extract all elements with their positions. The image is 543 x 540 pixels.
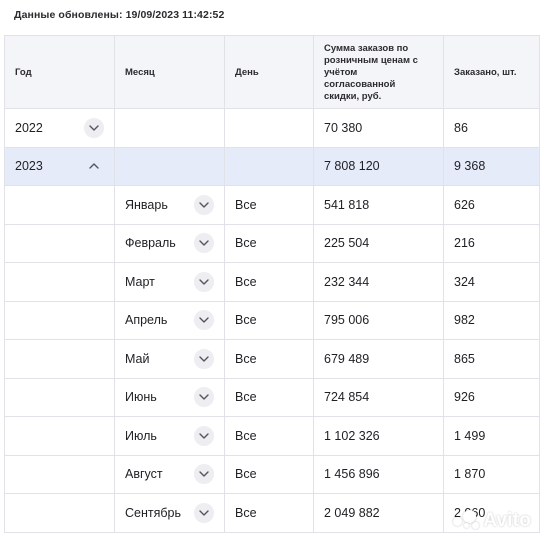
month-row[interactable]: Апрель Все 795 006 982 [4, 300, 540, 340]
year-cell-empty [4, 262, 115, 302]
sum-cell: 232 344 [313, 262, 444, 302]
month-cell-empty [114, 108, 225, 148]
ordered-cell: 865 [443, 339, 540, 379]
chevron-down-icon[interactable] [194, 425, 214, 446]
day-cell[interactable]: Все [224, 185, 314, 225]
ordered-cell: 324 [443, 262, 540, 302]
ordered-cell: 9 368 [443, 146, 540, 186]
chevron-up-icon[interactable] [84, 156, 104, 177]
month-row[interactable]: Август Все 1 456 896 1 870 [4, 454, 540, 494]
ordered-cell: 1 499 [443, 416, 540, 456]
day-cell[interactable]: Все [224, 416, 314, 456]
sum-cell: 2 049 882 [313, 493, 444, 533]
day-cell[interactable]: Все [224, 493, 314, 533]
chevron-down-icon[interactable] [194, 310, 214, 331]
day-cell[interactable]: Все [224, 454, 314, 494]
year-cell-empty [4, 454, 115, 494]
ordered-cell: 926 [443, 377, 540, 417]
month-cell-empty [114, 146, 225, 186]
year-cell-empty [4, 377, 115, 417]
day-cell-empty [224, 146, 314, 186]
ordered-cell: 982 [443, 300, 540, 340]
sum-cell: 70 380 [313, 108, 444, 148]
year-cell-empty [4, 185, 115, 225]
day-cell[interactable]: Все [224, 262, 314, 302]
sum-cell: 795 006 [313, 300, 444, 340]
orders-report-table: Год Месяц День Сумма заказов по розничны… [4, 35, 540, 533]
year-row-2023[interactable]: 2023 7 808 120 9 368 [4, 146, 540, 186]
chevron-down-icon[interactable] [194, 348, 214, 369]
sum-cell: 225 504 [313, 223, 444, 263]
month-label: Июнь [125, 390, 157, 405]
ordered-cell: 626 [443, 185, 540, 225]
sum-cell: 679 489 [313, 339, 444, 379]
month-row[interactable]: Январь Все 541 818 626 [4, 185, 540, 225]
sum-cell: 1 456 896 [313, 454, 444, 494]
month-row[interactable]: Июль Все 1 102 326 1 499 [4, 416, 540, 456]
month-row[interactable]: Март Все 232 344 324 [4, 262, 540, 302]
avito-watermark: Avito [453, 509, 531, 532]
chevron-down-icon[interactable] [194, 464, 214, 485]
chevron-down-icon[interactable] [84, 117, 104, 138]
month-label: Январь [125, 197, 168, 212]
month-label: Апрель [125, 313, 168, 328]
ordered-cell: 1 870 [443, 454, 540, 494]
year-cell-empty [4, 416, 115, 456]
day-cell-empty [224, 108, 314, 148]
sum-cell: 1 102 326 [313, 416, 444, 456]
year-cell[interactable]: 2022 [4, 108, 115, 148]
month-cell[interactable]: Январь [114, 185, 225, 225]
month-cell[interactable]: Май [114, 339, 225, 379]
chevron-down-icon[interactable] [194, 194, 214, 215]
year-cell-empty [4, 223, 115, 263]
month-label: Июль [125, 428, 157, 443]
sum-cell: 7 808 120 [313, 146, 444, 186]
column-header-day[interactable]: День [224, 35, 314, 109]
watermark-text: Avito [483, 510, 531, 531]
sum-cell: 541 818 [313, 185, 444, 225]
table-header-row: Год Месяц День Сумма заказов по розничны… [4, 35, 540, 109]
month-label: Август [125, 467, 163, 482]
ordered-cell: 216 [443, 223, 540, 263]
month-label: Сентябрь [125, 505, 181, 520]
year-row-2022[interactable]: 2022 70 380 86 [4, 108, 540, 148]
avito-logo-icon [453, 509, 480, 529]
month-cell[interactable]: Сентябрь [114, 493, 225, 533]
ordered-cell: 86 [443, 108, 540, 148]
day-cell[interactable]: Все [224, 339, 314, 379]
year-label: 2022 [15, 120, 43, 135]
day-cell[interactable]: Все [224, 223, 314, 263]
column-header-month[interactable]: Месяц [114, 35, 225, 109]
year-label: 2023 [15, 159, 43, 174]
column-header-ordered[interactable]: Заказано, шт. [443, 35, 540, 109]
month-rows: Январь Все 541 818 626 Февраль Все 225 504 216 М… [4, 185, 540, 533]
month-cell[interactable]: Июль [114, 416, 225, 456]
month-label: Февраль [125, 236, 176, 251]
month-cell[interactable]: Август [114, 454, 225, 494]
month-row[interactable]: Июнь Все 724 854 926 [4, 377, 540, 417]
day-cell[interactable]: Все [224, 300, 314, 340]
month-cell[interactable]: Апрель [114, 300, 225, 340]
chevron-down-icon[interactable] [194, 502, 214, 523]
month-label: Май [125, 351, 150, 366]
month-row[interactable]: Май Все 679 489 865 [4, 339, 540, 379]
month-cell[interactable]: Март [114, 262, 225, 302]
column-header-sum[interactable]: Сумма заказов по розничным ценам с учёто… [313, 35, 444, 109]
data-updated-label: Данные обновлены: 19/09/2023 11:42:52 [14, 9, 225, 21]
chevron-down-icon[interactable] [194, 387, 214, 408]
chevron-down-icon[interactable] [194, 233, 214, 254]
month-cell[interactable]: Июнь [114, 377, 225, 417]
month-row[interactable]: Февраль Все 225 504 216 [4, 223, 540, 263]
sum-cell: 724 854 [313, 377, 444, 417]
chevron-down-icon[interactable] [194, 271, 214, 292]
column-header-year[interactable]: Год [4, 35, 115, 109]
month-cell[interactable]: Февраль [114, 223, 225, 263]
year-cell[interactable]: 2023 [4, 146, 115, 186]
year-cell-empty [4, 300, 115, 340]
year-cell-empty [4, 339, 115, 379]
month-label: Март [125, 274, 155, 289]
year-cell-empty [4, 493, 115, 533]
day-cell[interactable]: Все [224, 377, 314, 417]
